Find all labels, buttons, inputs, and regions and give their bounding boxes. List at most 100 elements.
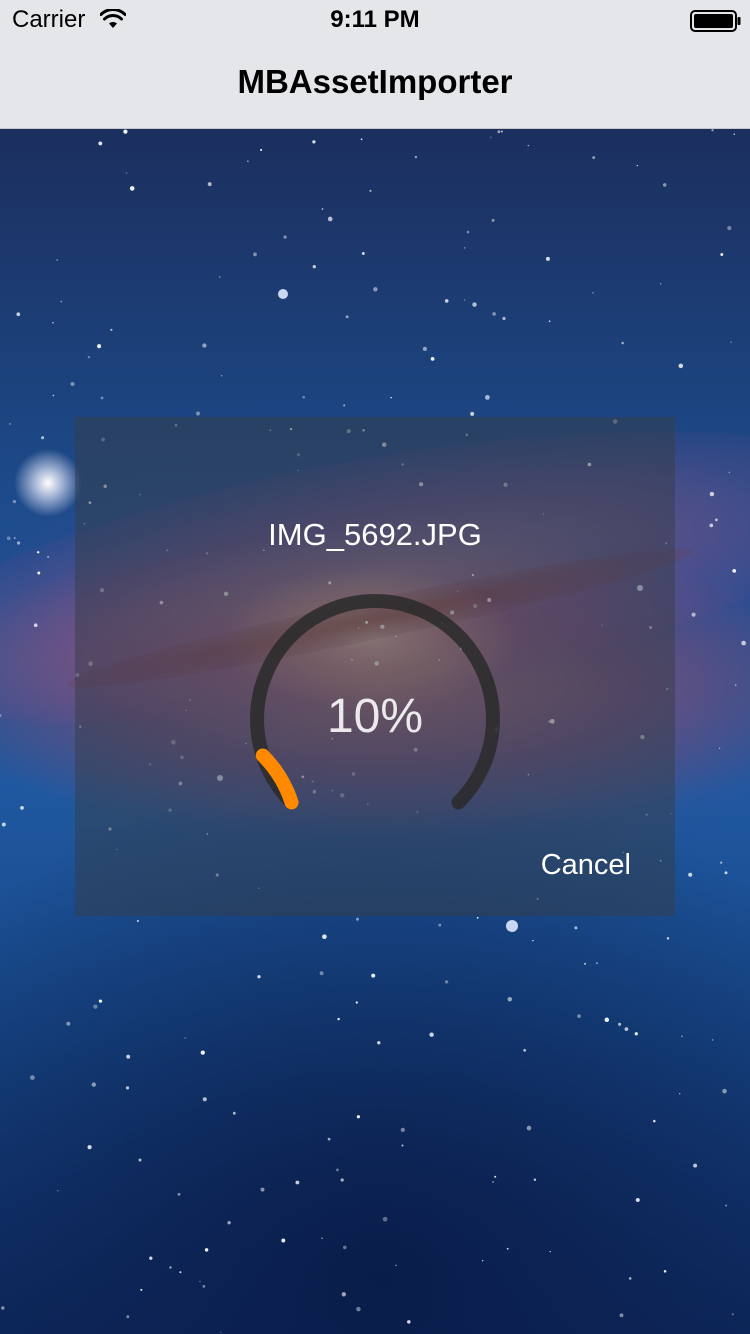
star [343,1245,347,1250]
star [463,299,466,301]
star [138,1158,142,1162]
star [502,316,506,321]
clock: 9:11 PM [330,6,420,33]
star [659,283,662,285]
star [709,523,714,528]
page-title: MBAssetImporter [237,63,513,100]
star [1,1306,5,1310]
star [91,1082,97,1087]
cancel-button[interactable]: Cancel [541,845,631,885]
star [634,1032,638,1036]
star [497,130,501,134]
star [140,1288,143,1291]
star [123,129,128,134]
star [337,1017,340,1021]
bright-star [278,289,288,299]
star [100,396,104,400]
star [693,1163,698,1168]
star [199,1280,201,1283]
star [463,247,466,249]
star [545,256,550,261]
star [87,355,91,359]
navigation-bar: MBAssetImporter [0,40,750,129]
star [619,1313,624,1318]
star [720,861,723,864]
star [688,872,693,877]
star [718,747,721,750]
star [507,996,513,1002]
star [253,252,257,257]
star [16,312,21,317]
star [711,1039,714,1041]
battery-icon [690,10,741,32]
star [584,962,587,965]
star [720,253,724,256]
star [725,1204,728,1207]
star [390,396,392,399]
star [355,1001,358,1004]
star [678,1092,681,1095]
star [624,1027,629,1031]
star [149,1256,153,1260]
star [202,343,207,348]
star [730,341,732,344]
star [221,375,223,377]
star [373,287,378,292]
star [281,1238,286,1243]
star [312,265,316,269]
star [202,1285,206,1288]
star [621,341,624,345]
star [492,1181,495,1183]
star [47,555,50,558]
star [98,999,103,1003]
star [472,302,477,307]
star [506,1247,509,1250]
star [260,1187,265,1192]
star [218,276,221,278]
star [523,1048,527,1052]
star [485,395,490,400]
star [0,714,2,717]
bright-star [506,920,518,932]
star [260,148,263,152]
star [414,155,418,159]
star [125,172,128,174]
star [179,1271,182,1274]
star [93,1004,98,1009]
star [257,975,261,979]
star [319,971,324,976]
star [395,1264,397,1267]
star [532,939,534,942]
star [691,612,696,617]
star [369,189,372,192]
star [666,937,670,940]
star [356,1115,361,1119]
star [200,1050,205,1055]
star [97,344,102,349]
star [327,1137,331,1141]
star [343,404,346,407]
star [382,1216,388,1222]
star [662,183,667,187]
star [60,300,63,303]
star [577,1014,581,1018]
star [628,1277,632,1280]
star [636,164,638,167]
status-bar: Carrier 9:11 PM [0,0,750,40]
star [728,471,731,474]
star [444,980,449,984]
star [327,216,333,222]
star [136,919,139,923]
star [1,822,6,827]
star [36,551,40,554]
star [227,1221,231,1225]
star [722,1088,727,1094]
file-name-label: IMG_5692.JPG [268,517,482,552]
star [336,1168,339,1172]
star [98,141,103,146]
star [30,1075,35,1080]
star [733,133,736,135]
star [549,1250,551,1253]
star [681,1035,683,1038]
star [110,328,113,331]
